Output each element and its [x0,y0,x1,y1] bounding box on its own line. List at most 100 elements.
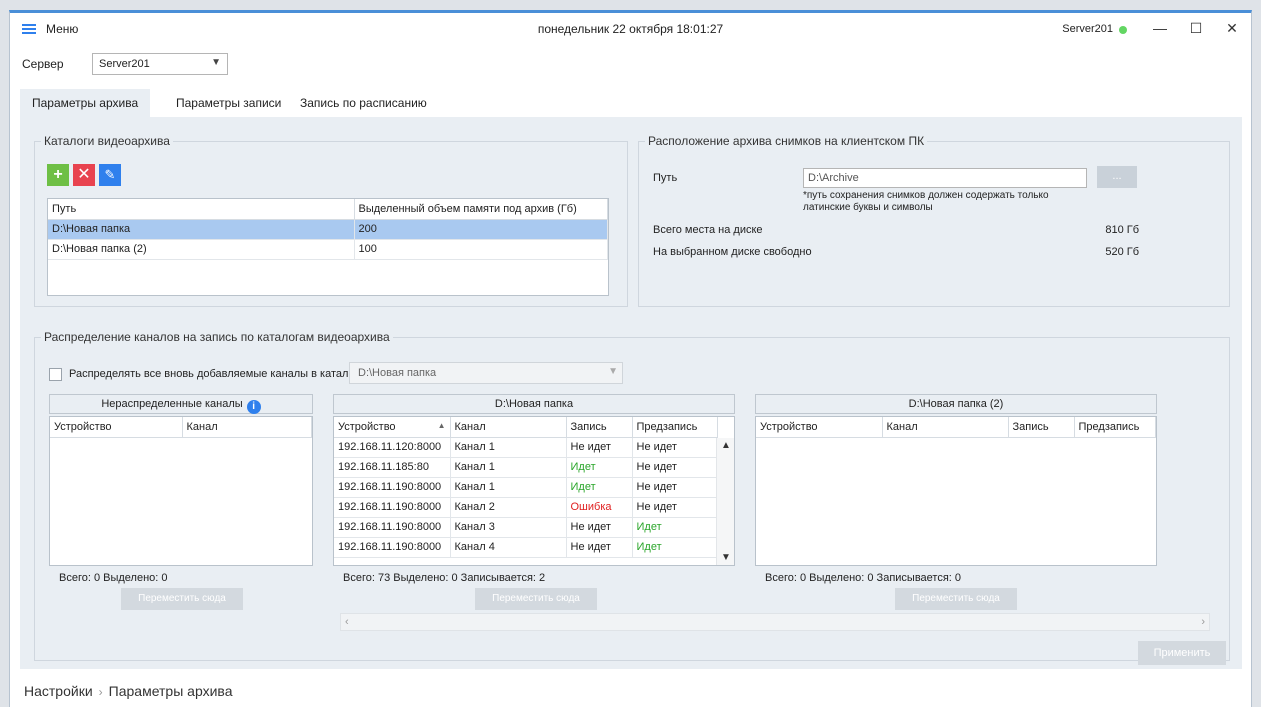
snapshot-path-label: Путь [653,172,678,184]
column-header-record[interactable]: Запись [566,417,633,438]
unassigned-title: Нераспределенные каналы i [49,394,313,414]
prerecord-status: Не идет [632,457,718,478]
catalog1-table[interactable]: Устройство ▲ Канал Запись Предзапись 192.… [333,416,735,566]
catalog2-title: D:\Новая папка (2) [755,394,1157,414]
prerecord-status: Идет [632,537,718,558]
column-header-device[interactable]: Устройство ▲ [334,417,451,438]
record-status: Не идет [566,537,633,558]
catalogs-table[interactable]: Путь Выделенный объем памяти под архив (… [47,198,609,296]
apply-button[interactable]: Применить [1138,641,1226,665]
scroll-left-icon[interactable]: ‹ [345,616,349,628]
distribution-legend: Распределение каналов на запись по катал… [41,330,393,344]
table-row[interactable]: 192.168.11.190:8000 Канал 1 Идет Не идет [334,477,718,498]
disk-total-label: Всего места на диске [653,224,763,236]
record-status: Не идет [566,517,633,538]
catalog1-title: D:\Новая папка [333,394,735,414]
auto-assign-catalog-value: D:\Новая папка [358,367,437,379]
scroll-right-icon[interactable]: › [1201,616,1205,628]
maximize-button[interactable]: ☐ [1181,17,1211,39]
server-select[interactable]: Server201 ▼ [92,53,228,75]
breadcrumb: Настройки › Параметры архива [24,683,232,699]
scroll-up-icon[interactable]: ▲ [717,440,734,451]
device-cell: 192.168.11.190:8000 [334,517,451,538]
table-row[interactable]: 192.168.11.120:8000 Канал 1 Не идет Не и… [334,437,718,458]
table-row[interactable]: 192.168.11.190:8000 Канал 4 Не идет Идет [334,537,718,558]
move-here-button-catalog2[interactable]: Переместить сюда [895,588,1017,610]
table-row[interactable]: D:\Новая папка 200 [48,219,608,240]
column-header-prerecord[interactable]: Предзапись [1074,417,1156,438]
column-header-device[interactable]: Устройство [756,417,883,438]
unassigned-table[interactable]: Устройство Канал [49,416,313,566]
column-header-channel[interactable]: Канал [450,417,567,438]
horizontal-scrollbar[interactable]: ‹ › [340,613,1210,631]
catalog2-table[interactable]: Устройство Канал Запись Предзапись [755,416,1157,566]
sort-asc-icon: ▲ [437,420,446,430]
auto-assign-checkbox[interactable] [49,368,62,381]
browse-button[interactable]: ... [1097,166,1137,188]
move-here-button-unassigned[interactable]: Переместить сюда [121,588,243,610]
column-header-prerecord[interactable]: Предзапись [632,417,718,438]
delete-icon[interactable]: ✕ [73,164,95,186]
add-icon[interactable]: + [47,164,69,186]
device-cell: 192.168.11.185:80 [334,457,451,478]
catalog2-counts: Всего: 0 Выделено: 0 Записывается: 0 [765,572,962,584]
edit-icon[interactable]: ✎ [99,164,121,186]
disk-free-value: 520 Гб [1105,246,1139,258]
record-status: Идет [566,477,633,498]
title-bar: Меню понедельник 22 октября 18:01:27 Ser… [10,13,1251,45]
device-cell: 192.168.11.190:8000 [334,537,451,558]
channel-cell: Канал 1 [450,437,567,458]
app-window: Меню понедельник 22 октября 18:01:27 Ser… [9,10,1252,707]
catalogs-group: Каталоги видеоархива + ✕ ✎ Путь Выделенн… [34,134,628,307]
server-select-value: Server201 [99,58,150,70]
prerecord-status: Идет [632,517,718,538]
column-header-path[interactable]: Путь [48,199,355,220]
channel-cell: Канал 2 [450,497,567,518]
table-row[interactable]: 192.168.11.185:80 Канал 1 Идет Не идет [334,457,718,478]
device-cell: 192.168.11.190:8000 [334,497,451,518]
catalog-size[interactable]: 200 [354,219,608,240]
snapshot-note: *путь сохранения снимков должен содержат… [803,190,1049,213]
record-status: Ошибка [566,497,633,518]
column-header-device-text: Устройство [338,420,396,433]
chevron-right-icon: › [98,685,103,699]
column-header-record[interactable]: Запись [1008,417,1075,438]
table-row[interactable]: 192.168.11.190:8000 Канал 2 Ошибка Не ид… [334,497,718,518]
auto-assign-catalog-select[interactable]: D:\Новая папка ▼ [349,362,623,384]
breadcrumb-root[interactable]: Настройки [24,683,93,699]
prerecord-status: Не идет [632,437,718,458]
tab-pane: Каталоги видеоархива + ✕ ✎ Путь Выделенн… [20,117,1242,669]
column-header-device[interactable]: Устройство [50,417,183,438]
record-status: Не идет [566,437,633,458]
disk-total-value: 810 Гб [1105,224,1139,236]
server-label: Сервер [22,57,64,71]
move-here-button-catalog1[interactable]: Переместить сюда [475,588,597,610]
close-button[interactable]: ✕ [1217,17,1247,39]
column-header-channel[interactable]: Канал [182,417,312,438]
catalog-size[interactable]: 100 [354,239,608,260]
catalog1-scrollbar[interactable]: ▲ ▼ [716,438,734,565]
chevron-down-icon: ▼ [608,366,618,377]
server-status-icon [1119,26,1127,34]
info-icon[interactable]: i [246,400,261,414]
channel-cell: Канал 3 [450,517,567,538]
catalog-path: D:\Новая папка (2) [48,239,355,260]
disk-free-label: На выбранном диске свободно [653,246,812,258]
column-header-size[interactable]: Выделенный объем памяти под архив (Гб) [354,199,608,220]
scroll-down-icon[interactable]: ▼ [717,552,734,563]
channel-cell: Канал 4 [450,537,567,558]
minimize-button[interactable]: — [1145,17,1175,39]
record-status: Идет [566,457,633,478]
tab-record-params[interactable]: Параметры записи [164,89,293,117]
device-cell: 192.168.11.120:8000 [334,437,451,458]
channel-cell: Канал 1 [450,477,567,498]
table-row[interactable]: 192.168.11.190:8000 Канал 3 Не идет Идет [334,517,718,538]
footer: Настройки › Параметры архива [10,677,1251,707]
tab-archive-params[interactable]: Параметры архива [20,89,151,117]
prerecord-status: Не идет [632,477,718,498]
tab-schedule[interactable]: Запись по расписанию [288,89,439,117]
column-header-channel[interactable]: Канал [882,417,1009,438]
snapshot-path-input[interactable]: D:\Archive [803,168,1087,188]
table-row[interactable]: D:\Новая папка (2) 100 [48,239,608,260]
snapshot-legend: Расположение архива снимков на клиентско… [645,134,928,148]
